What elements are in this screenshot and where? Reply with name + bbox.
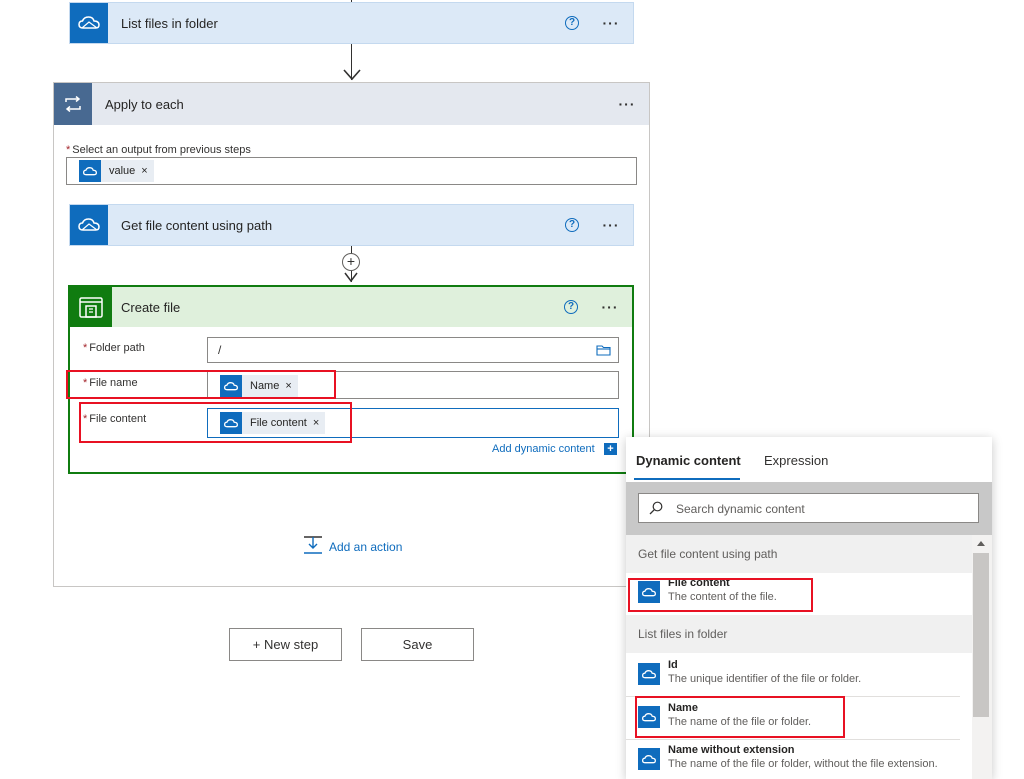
group-get-file-content: Get file content using path <box>626 535 972 573</box>
add-dynamic-content-link[interactable]: Add dynamic content <box>492 443 595 455</box>
new-step-button[interactable]: + New step <box>229 628 342 661</box>
more-options-icon[interactable]: ··· <box>601 16 621 30</box>
add-action-link[interactable]: Add an action <box>329 540 402 554</box>
step-get-file-content-using-path[interactable]: Get file content using path ? ··· <box>69 204 634 246</box>
onedrive-cloud-icon <box>79 160 101 182</box>
more-options-icon[interactable]: ··· <box>617 97 637 111</box>
loop-icon <box>54 83 92 125</box>
dynamic-content-panel: Dynamic content Expression Search dynami… <box>626 437 992 779</box>
folder-icon[interactable] <box>596 344 611 356</box>
onedrive-cloud-icon <box>70 205 108 245</box>
dynamic-item-id[interactable]: Id The unique identifier of the file or … <box>626 657 960 697</box>
dynamic-item-name-without-extension[interactable]: Name without extension The name of the f… <box>626 742 972 779</box>
add-dynamic-content-icon[interactable]: + <box>604 443 617 455</box>
tab-dynamic-content[interactable]: Dynamic content <box>636 453 741 468</box>
highlight-file-name <box>66 370 336 399</box>
help-icon[interactable]: ? <box>565 16 579 30</box>
scrollbar-thumb[interactable] <box>973 553 989 717</box>
onedrive-cloud-icon <box>638 748 660 770</box>
help-icon[interactable]: ? <box>564 300 578 314</box>
folder-path-input[interactable]: / <box>207 337 619 363</box>
folder-path-label: * Folder path <box>83 342 145 354</box>
highlight-dynamic-file-content <box>628 578 813 612</box>
tab-expression[interactable]: Expression <box>764 453 828 468</box>
highlight-file-content <box>79 402 352 443</box>
apply-to-each-header[interactable]: Apply to each ··· <box>54 83 649 125</box>
group-list-files: List files in folder <box>626 615 972 653</box>
arrow-down-icon <box>344 272 358 283</box>
active-tab-underline <box>634 478 740 480</box>
dynamic-item-name: Id <box>668 659 678 671</box>
file-system-icon <box>70 287 112 327</box>
help-icon[interactable]: ? <box>565 218 579 232</box>
onedrive-cloud-icon <box>70 3 108 43</box>
dynamic-item-name: Name without extension <box>668 744 795 756</box>
step-title: Get file content using path <box>121 217 273 233</box>
dynamic-item-desc: The unique identifier of the file or fol… <box>668 673 862 685</box>
search-icon <box>649 501 663 515</box>
save-button[interactable]: Save <box>361 628 474 661</box>
step-title: Create file <box>121 299 181 315</box>
folder-path-value: / <box>218 343 222 357</box>
step-title: Apply to each <box>105 96 184 112</box>
required-mark: * <box>66 144 71 156</box>
step-list-files-in-folder[interactable]: List files in folder ? ··· <box>69 2 634 44</box>
search-placeholder: Search dynamic content <box>676 502 805 516</box>
step-title: List files in folder <box>121 15 218 31</box>
select-output-label: * Select an output from previous steps <box>66 144 251 156</box>
value-token[interactable]: value × <box>79 160 154 182</box>
arrow-down-icon <box>343 69 361 81</box>
create-file-header[interactable]: Create file ? ··· <box>70 287 632 327</box>
highlight-dynamic-name <box>635 696 845 738</box>
insert-step-plus-icon[interactable]: + <box>342 253 360 271</box>
add-action-icon[interactable] <box>303 536 323 554</box>
more-options-icon[interactable]: ··· <box>601 218 621 232</box>
more-options-icon[interactable]: ··· <box>600 300 620 314</box>
scroll-up-icon[interactable] <box>976 540 986 547</box>
search-box[interactable]: Search dynamic content <box>638 493 979 523</box>
onedrive-cloud-icon <box>638 663 660 685</box>
remove-token-icon[interactable]: × <box>141 165 147 177</box>
select-output-input[interactable]: value × <box>66 157 637 185</box>
dynamic-item-desc: The name of the file or folder, without … <box>668 758 938 770</box>
